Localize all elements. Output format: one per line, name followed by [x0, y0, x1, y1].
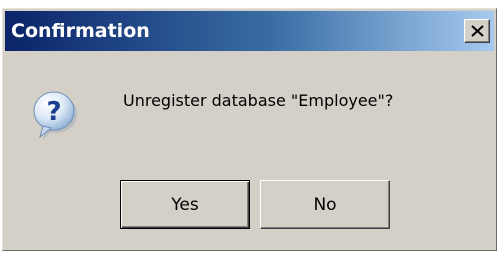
no-button[interactable]: No	[260, 180, 390, 229]
close-button[interactable]	[464, 19, 490, 43]
title-bar[interactable]: Confirmation	[5, 11, 494, 51]
yes-button-label: Yes	[171, 194, 199, 215]
yes-button[interactable]: Yes	[120, 180, 250, 229]
svg-text:?: ?	[46, 97, 61, 127]
dialog-message: Unregister database "Employee"?	[123, 91, 394, 110]
confirmation-dialog: Confirmation ? Unregister database "Empl…	[2, 8, 497, 251]
close-icon	[471, 25, 484, 37]
question-icon: ?	[33, 91, 77, 139]
dialog-title: Confirmation	[11, 20, 150, 42]
no-button-label: No	[313, 194, 337, 215]
